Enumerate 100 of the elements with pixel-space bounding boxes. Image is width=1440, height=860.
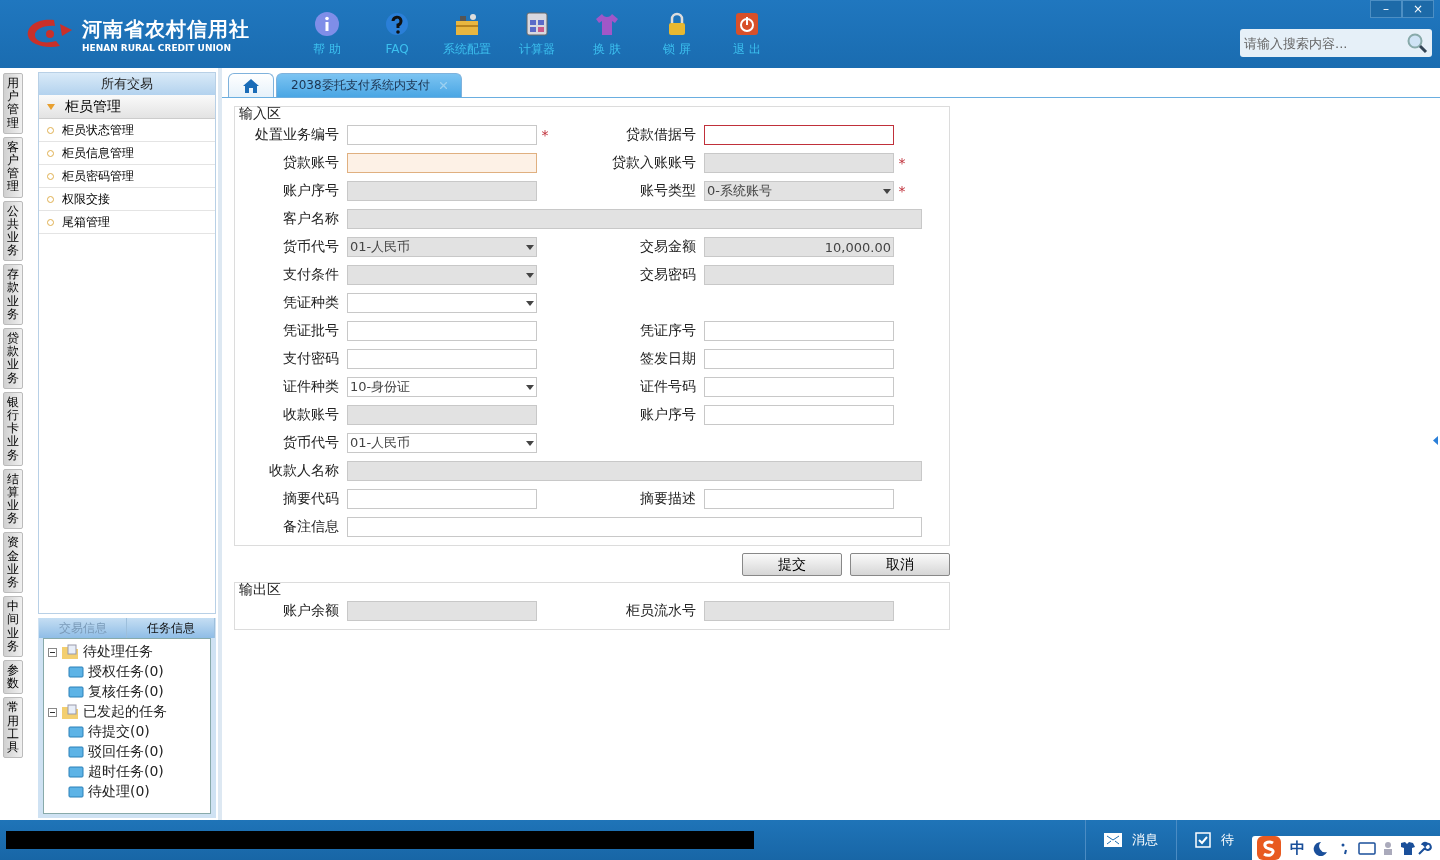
dropdown[interactable] xyxy=(347,293,537,313)
side-tab[interactable]: 常用工具 xyxy=(3,697,23,759)
field-label: 账户序号 xyxy=(639,406,697,424)
field-label: 账户序号 xyxy=(282,182,340,200)
input-field[interactable] xyxy=(347,153,537,173)
tree-node[interactable]: 已发起的任务 xyxy=(83,703,167,721)
expand-caret-icon xyxy=(47,103,55,110)
field-label: 凭证种类 xyxy=(282,294,340,312)
ime-mode: 中 xyxy=(1290,838,1305,858)
input-field[interactable] xyxy=(347,125,537,145)
field-label: 货币代号 xyxy=(282,238,340,256)
field-label: 柜员流水号 xyxy=(625,602,697,620)
folder-icon xyxy=(68,786,84,798)
required-mark: * xyxy=(897,155,907,171)
cancel-button[interactable]: 取消 xyxy=(850,553,950,576)
dropdown-caret-icon xyxy=(526,384,534,390)
side-tab[interactable]: 贷款业务 xyxy=(3,328,23,389)
dropdown[interactable]: 10-身份证 xyxy=(347,377,537,397)
home-icon xyxy=(243,78,259,93)
section-title: 输出区 xyxy=(239,581,282,599)
input-field[interactable] xyxy=(347,321,537,341)
side-tab[interactable]: 存款业务 xyxy=(3,264,23,325)
input-field[interactable] xyxy=(704,377,894,397)
dropdown[interactable]: 01-人民币 xyxy=(347,433,537,453)
side-tab[interactable]: 中间业务 xyxy=(3,596,23,657)
collapse-arrow-icon[interactable] xyxy=(1433,436,1438,445)
field-label: 备注信息 xyxy=(282,518,340,536)
input-field[interactable] xyxy=(704,405,894,425)
menu-group[interactable]: 柜员管理 xyxy=(39,95,215,119)
field-label: 支付条件 xyxy=(282,266,340,284)
side-tab[interactable]: 公共业务 xyxy=(3,200,23,262)
side-tab[interactable]: 资金业务 xyxy=(3,532,23,594)
input-field[interactable] xyxy=(704,321,894,341)
required-mark: * xyxy=(897,183,907,199)
info-icon xyxy=(314,10,340,37)
field-label: 货币代号 xyxy=(282,434,340,452)
field-label: 贷款借据号 xyxy=(625,126,697,144)
folder-icon xyxy=(68,666,84,678)
close-icon[interactable] xyxy=(439,82,447,89)
tree-node[interactable]: 待处理(0) xyxy=(88,783,150,801)
field-label: 交易金额 xyxy=(639,238,697,256)
side-tab[interactable]: 参数 xyxy=(3,659,23,695)
field-label: 客户名称 xyxy=(282,210,340,228)
folder-icon xyxy=(61,704,79,720)
field-label: 摘要描述 xyxy=(639,490,697,508)
field-label: 支付密码 xyxy=(282,350,340,368)
panel-header: 所有交易 xyxy=(39,73,215,95)
field-label: 账户余额 xyxy=(282,602,340,620)
status-item[interactable]: 消息 xyxy=(1085,820,1176,860)
tree-node[interactable]: 驳回任务(0) xyxy=(88,743,164,761)
tree-node[interactable]: 待处理任务 xyxy=(83,643,153,661)
folder-icon xyxy=(68,746,84,758)
side-tab[interactable]: 客户管理 xyxy=(3,136,23,198)
dropdown-caret-icon xyxy=(526,272,534,278)
tree-node[interactable]: 授权任务(0) xyxy=(88,663,164,681)
input-field[interactable] xyxy=(347,489,537,509)
input-field[interactable] xyxy=(704,125,894,145)
help-icon xyxy=(384,12,410,38)
checkbox-icon xyxy=(1195,832,1211,848)
logo-title: 河南省农村信用社 xyxy=(82,15,250,43)
field-label: 摘要代码 xyxy=(282,490,340,508)
folder-icon xyxy=(68,726,84,738)
field-label: 收款账号 xyxy=(282,406,340,424)
side-tab[interactable]: 结算业务 xyxy=(3,468,23,530)
tree-node[interactable]: 复核任务(0) xyxy=(88,683,164,701)
field-label: 账号类型 xyxy=(639,182,697,200)
folder-icon xyxy=(68,686,84,698)
folder-icon xyxy=(68,766,84,778)
input-field[interactable] xyxy=(347,517,922,537)
input-field[interactable] xyxy=(347,349,537,369)
submit-button[interactable]: 提交 xyxy=(742,553,842,576)
field-label: 证件号码 xyxy=(639,378,697,396)
collapse-toggle-icon[interactable] xyxy=(48,647,57,657)
side-tab[interactable]: 银行卡业务 xyxy=(3,391,23,466)
field-label: 处置业务编号 xyxy=(254,126,340,144)
search-icon[interactable] xyxy=(1406,32,1428,54)
dropdown-caret-icon xyxy=(526,244,534,250)
tree-node[interactable]: 超时任务(0) xyxy=(88,763,164,781)
page-tab[interactable]: 2038委托支付系统内支付 xyxy=(276,73,462,97)
input-field[interactable] xyxy=(704,349,894,369)
envelope-icon xyxy=(1104,833,1122,847)
minimize-button[interactable]: – xyxy=(1370,0,1402,18)
side-tab[interactable]: 用户管理 xyxy=(3,73,23,134)
collapse-toggle-icon[interactable] xyxy=(48,707,57,717)
field-label: 签发日期 xyxy=(639,350,697,368)
search-field[interactable]: 请输入搜索内容... xyxy=(1240,29,1432,57)
dropdown-caret-icon xyxy=(526,440,534,446)
section-title: 输入区 xyxy=(239,105,282,123)
dropdown-caret-icon xyxy=(883,188,891,194)
field-label: 凭证序号 xyxy=(639,322,697,340)
tree-node[interactable]: 待提交(0) xyxy=(88,723,150,741)
field-label: 贷款账号 xyxy=(282,154,340,172)
field-label: 贷款入账账号 xyxy=(611,154,697,172)
close-button[interactable]: × xyxy=(1402,0,1434,18)
field-label: 交易密码 xyxy=(639,266,697,284)
field-label: 收款人名称 xyxy=(268,462,340,480)
home-tab[interactable] xyxy=(228,73,274,97)
input-field[interactable] xyxy=(704,489,894,509)
dropdown-caret-icon xyxy=(526,300,534,306)
logo-subtitle: HENAN RURAL CREDIT UNION xyxy=(82,42,232,53)
